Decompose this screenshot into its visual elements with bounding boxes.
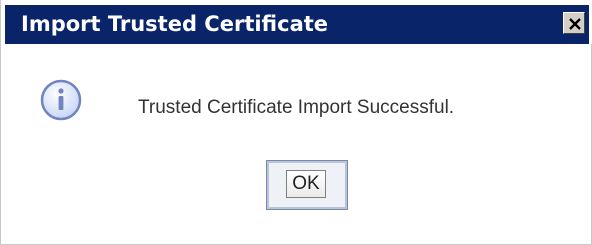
import-certificate-dialog: Import Trusted Certificate Trusted Certi… [0, 0, 592, 245]
close-icon [569, 18, 581, 30]
title-bar[interactable]: Import Trusted Certificate [1, 0, 592, 44]
ok-button[interactable]: OK [266, 160, 348, 210]
message-text: Trusted Certificate Import Successful. [138, 97, 455, 118]
window-title: Import Trusted Certificate [21, 12, 329, 36]
close-button[interactable] [563, 12, 585, 34]
ok-button-focus-ring: OK [286, 170, 326, 198]
info-icon [40, 79, 82, 121]
ok-button-label: OK [292, 173, 320, 194]
